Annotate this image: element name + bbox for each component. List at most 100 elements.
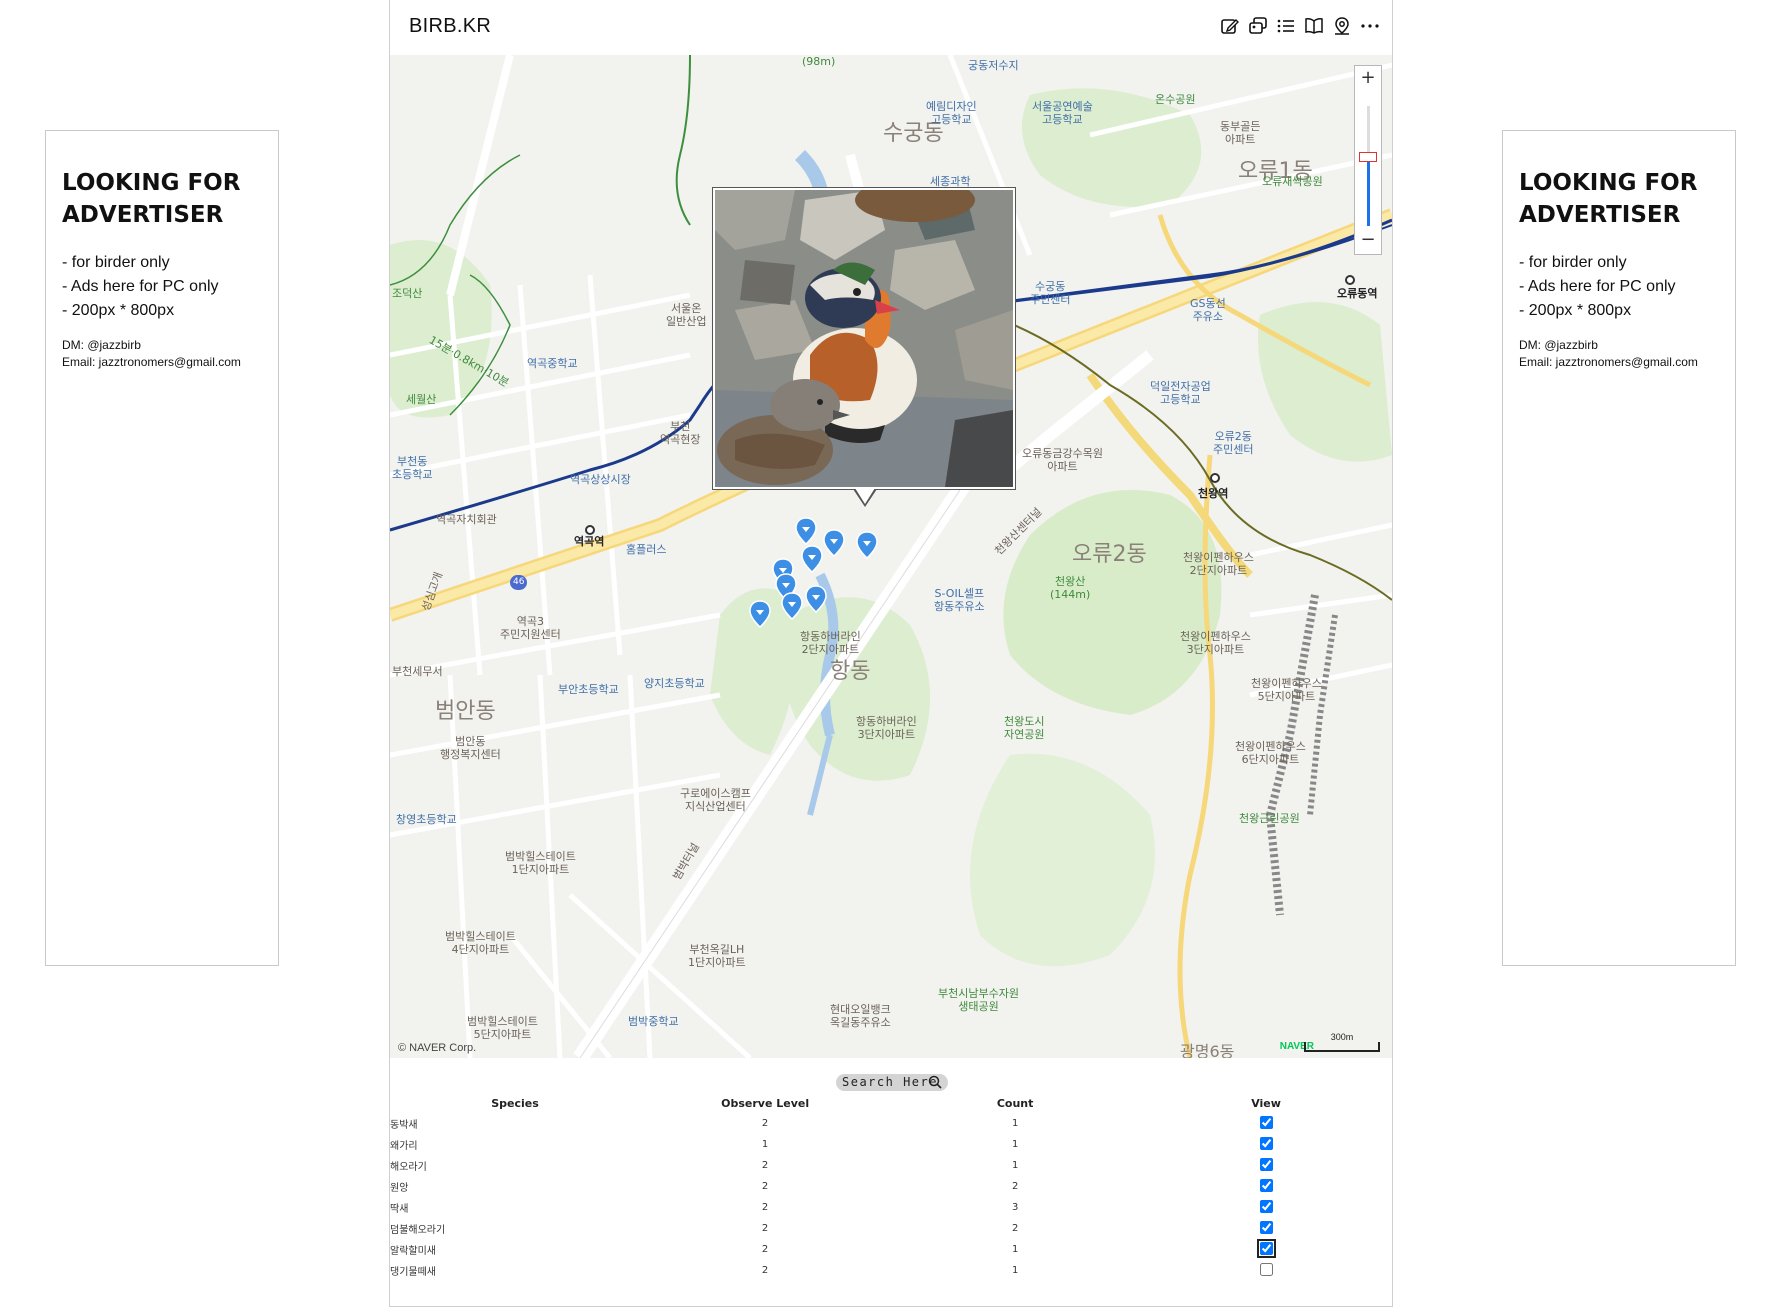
- view-checkbox[interactable]: [1256, 1238, 1276, 1258]
- table-row[interactable]: 댕기물떼새 2 1: [390, 1260, 1392, 1281]
- observation-pin[interactable]: [805, 585, 827, 614]
- species-name: 원앙: [390, 1183, 409, 1194]
- species-name: 동박새: [390, 1120, 418, 1131]
- scale-label: 300m: [1330, 1032, 1354, 1042]
- species-name: 딱새: [390, 1204, 409, 1215]
- view-checkbox[interactable]: [1259, 1157, 1273, 1171]
- species-name: 알락할미새: [390, 1246, 436, 1257]
- map-label-poi: 천왕이펜하우스 2단지아파트: [1183, 551, 1254, 577]
- edit-icon[interactable]: [1218, 14, 1242, 38]
- observation-pin[interactable]: [823, 529, 845, 558]
- view-checkbox-cell: [1140, 1197, 1392, 1218]
- table-row[interactable]: 동박새 2 1: [390, 1113, 1392, 1134]
- map-copyright: © NAVER Corp.: [398, 1042, 477, 1054]
- view-checkbox-cell: [1140, 1113, 1392, 1134]
- table-row[interactable]: 왜가리 1 1: [390, 1134, 1392, 1155]
- observation-pin[interactable]: [801, 545, 823, 574]
- view-checkbox[interactable]: [1259, 1178, 1273, 1192]
- search-input[interactable]: Search Here: [836, 1074, 948, 1091]
- map-label-poi: 구로에이스캠프 지식산업센터: [680, 787, 751, 813]
- map-label-mountain: 천왕산 (144m): [1050, 575, 1091, 601]
- map-label-poi: 범박힐스테이트 4단지아파트: [445, 930, 516, 956]
- count-value: 3: [1011, 1202, 1019, 1213]
- observation-pin[interactable]: [856, 531, 878, 560]
- map-pin-icon[interactable]: [1330, 14, 1354, 38]
- table-row[interactable]: 덤불해오라기 2 2: [390, 1218, 1392, 1239]
- zoom-handle[interactable]: [1359, 152, 1377, 162]
- map-label-district: 광명6동: [1180, 1042, 1235, 1059]
- count-value: 2: [1011, 1223, 1019, 1234]
- column-header-species[interactable]: Species: [390, 1093, 640, 1113]
- count-value: 1: [1011, 1139, 1019, 1150]
- map-label-park: 오류새싹공원: [1262, 175, 1323, 188]
- map-label-poi: 역곡자치회관: [436, 513, 497, 526]
- count-value: 1: [1011, 1118, 1019, 1129]
- bird-photo: [715, 190, 1013, 487]
- observe-level: 2: [761, 1202, 769, 1213]
- ad-contact: DM: @jazzbirb Email: jazztronomers@gmail…: [62, 337, 262, 371]
- header-bar: BIRB.KR: [390, 0, 1392, 56]
- search-placeholder: Search Here: [842, 1075, 938, 1089]
- observation-pin[interactable]: [749, 600, 771, 629]
- list-icon[interactable]: [1274, 14, 1298, 38]
- map-label-poi: 예림디자인 고등학교: [926, 100, 977, 126]
- map-label-poi: 홈플러스: [626, 543, 667, 556]
- toolbar: [1218, 14, 1382, 38]
- brand-title[interactable]: BIRB.KR: [409, 15, 491, 38]
- map-label-poi: 부천동 초등학교: [392, 455, 433, 481]
- view-checkbox[interactable]: [1259, 1262, 1273, 1276]
- observation-pin[interactable]: [795, 517, 817, 546]
- map-label-poi: 범안동 행정복지센터: [440, 735, 501, 761]
- map-label-park: 부천시남부수자원 생태공원: [938, 987, 1019, 1013]
- map-label-poi: 범박힐스테이트 5단지아파트: [467, 1015, 538, 1041]
- count-value: 1: [1011, 1244, 1019, 1255]
- more-icon[interactable]: [1358, 14, 1382, 38]
- map-view[interactable]: 수궁동 오류1동 오류2동 항동 범안동 역곡역 천왕역 오류동역 천왕산 (1…: [390, 55, 1392, 1058]
- map-label-poi: 항동하버라인 3단지아파트: [856, 715, 917, 741]
- map-label-park: 온수공원: [1155, 93, 1196, 106]
- zoom-control: + −: [1354, 65, 1382, 255]
- column-header-count[interactable]: Count: [890, 1093, 1140, 1113]
- zoom-in-button[interactable]: +: [1355, 66, 1381, 92]
- bird-photo-popup[interactable]: [712, 187, 1016, 507]
- observe-level: 2: [761, 1244, 769, 1255]
- view-checkbox[interactable]: [1259, 1115, 1273, 1129]
- observation-table: Species Observe Level Count View 동박새 2 1…: [390, 1093, 1392, 1281]
- table-row[interactable]: 알락할미새 2 1: [390, 1238, 1392, 1260]
- map-label-park: 천왕도시 자연공원: [1004, 715, 1045, 741]
- view-checkbox[interactable]: [1259, 1136, 1273, 1150]
- view-checkbox-cell: [1140, 1260, 1392, 1281]
- view-checkbox[interactable]: [1259, 1199, 1273, 1213]
- zoom-out-button[interactable]: −: [1355, 228, 1381, 254]
- observe-level: 2: [761, 1265, 769, 1276]
- map-label-district: 수궁동: [883, 121, 944, 146]
- map-label-poi: 서울공연예술 고등학교: [1032, 100, 1093, 126]
- observe-level: 2: [761, 1160, 769, 1171]
- search-icon[interactable]: [928, 1075, 942, 1094]
- table-row[interactable]: 원앙 2 2: [390, 1176, 1392, 1197]
- table-row[interactable]: 딱새 2 3: [390, 1197, 1392, 1218]
- species-name: 해오라기: [390, 1162, 427, 1173]
- map-label-poi: 역곡3 주민지원센터: [500, 615, 561, 641]
- species-name: 왜가리: [390, 1141, 418, 1152]
- column-header-observe-level[interactable]: Observe Level: [640, 1093, 890, 1113]
- view-checkbox-cell: [1140, 1155, 1392, 1176]
- view-checkbox[interactable]: [1259, 1220, 1273, 1234]
- map-label-poi: S-OIL셀프 항동주유소: [934, 587, 985, 613]
- ad-line: - for birder only: [62, 254, 170, 271]
- column-header-view[interactable]: View: [1140, 1093, 1392, 1113]
- ad-dm: DM: @jazzbirb: [62, 338, 141, 352]
- map-label-route: 46: [510, 575, 528, 590]
- ad-line: - Ads here for PC only: [62, 278, 219, 295]
- ad-title: LOOKING FOR ADVERTISER: [62, 170, 241, 228]
- map-scale-bar: 300m: [1304, 1032, 1380, 1052]
- table-row[interactable]: 해오라기 2 1: [390, 1155, 1392, 1176]
- observation-pin[interactable]: [781, 592, 803, 621]
- gallery-icon[interactable]: [1246, 14, 1270, 38]
- ad-email: Email: jazztronomers@gmail.com: [1519, 355, 1698, 369]
- count-value: 2: [1011, 1181, 1019, 1192]
- map-label-poi: GS동선 주유소: [1190, 297, 1226, 323]
- map-label-poi: 오류동금강수목원 아파트: [1022, 447, 1103, 473]
- book-icon[interactable]: [1302, 14, 1326, 38]
- map-label-mountain: (98m): [802, 55, 836, 68]
